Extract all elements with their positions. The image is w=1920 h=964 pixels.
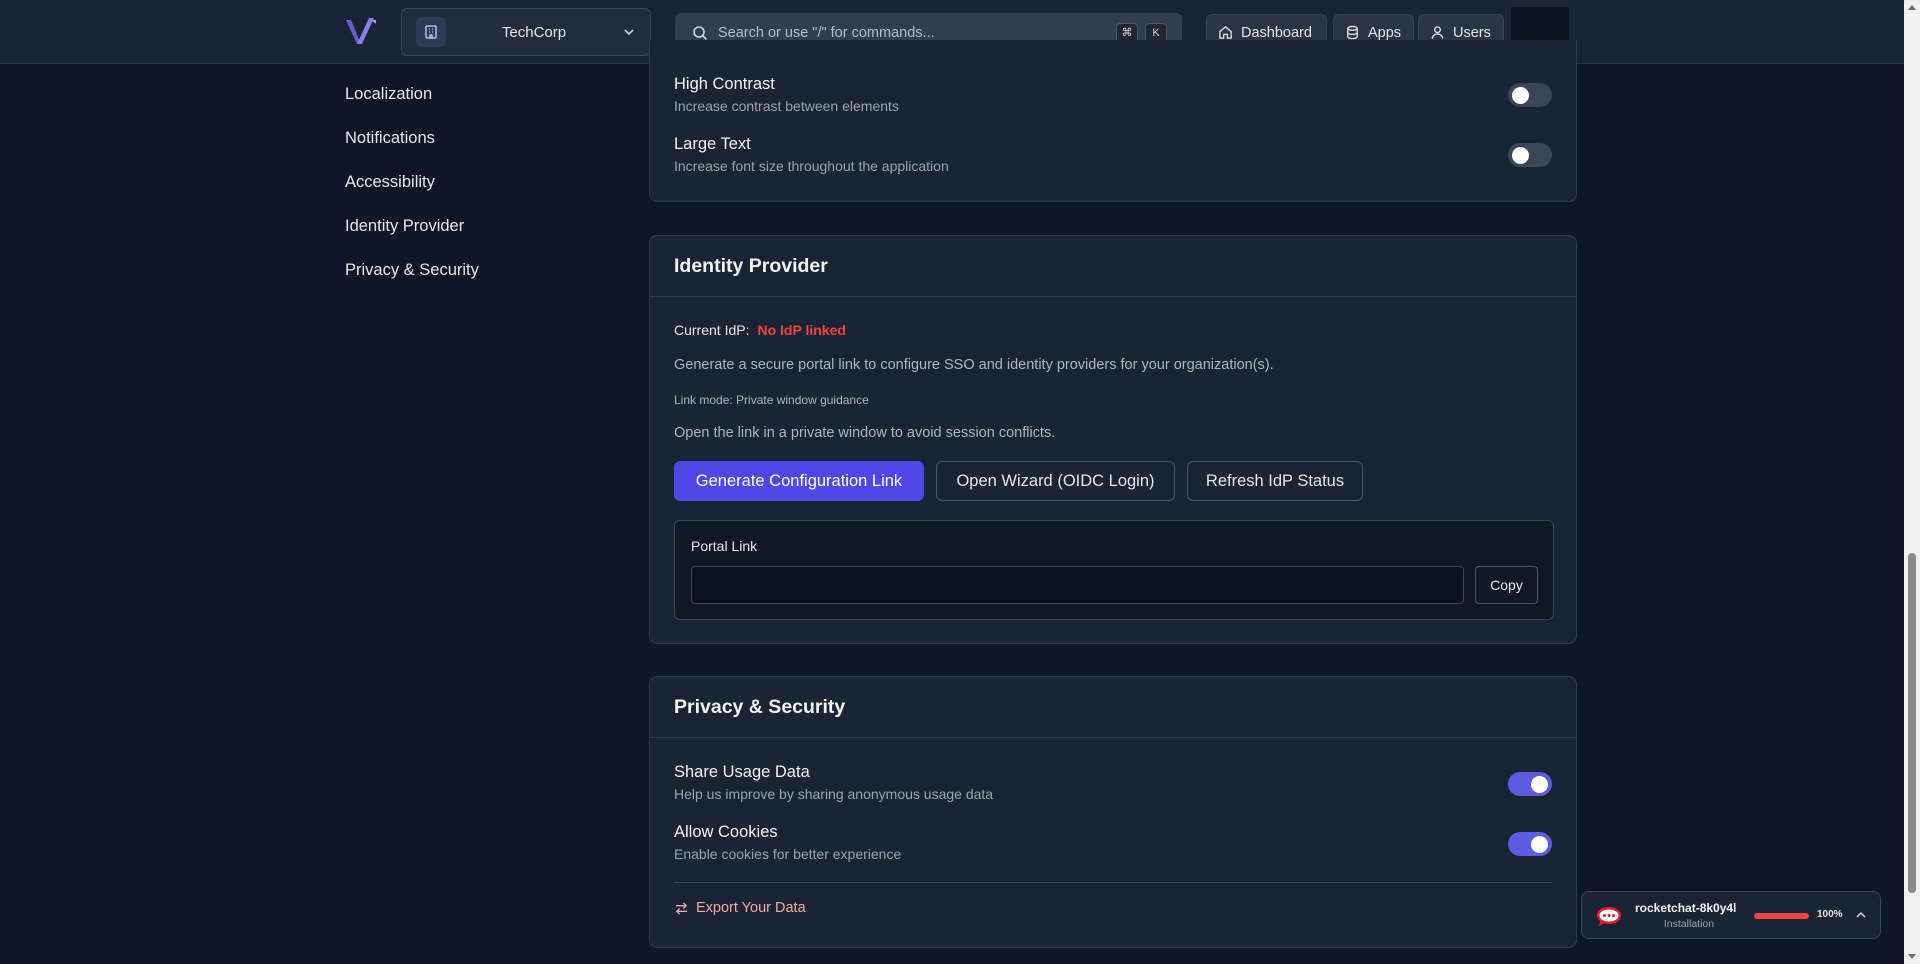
privacy-security-card: Privacy & Security Share Usage Data Help… xyxy=(649,676,1577,948)
sidebar-item-notifications[interactable]: Notifications xyxy=(345,129,435,148)
high-contrast-toggle[interactable] xyxy=(1508,83,1552,107)
organization-selector[interactable]: TechCorp xyxy=(401,8,651,56)
sidebar-item-localization[interactable]: Localization xyxy=(345,85,432,104)
copy-button[interactable]: Copy xyxy=(1475,566,1538,604)
scroll-down-icon[interactable] xyxy=(1908,954,1916,959)
scroll-thumb[interactable] xyxy=(1908,553,1916,893)
current-idp-line: Current IdP: No IdP linked xyxy=(674,322,846,338)
setting-title: High Contrast xyxy=(674,75,775,93)
installation-status-widget[interactable]: rocketchat-8k0y4l Installation 100% xyxy=(1581,891,1881,939)
home-icon xyxy=(1219,26,1232,39)
toggle-knob xyxy=(1512,147,1529,164)
setting-description: Enable cookies for better experience xyxy=(674,846,902,862)
private-window-note: Open the link in a private window to avo… xyxy=(674,425,1056,441)
large-text-setting: Large Text Increase font size throughout… xyxy=(674,135,949,174)
current-idp-label: Current IdP: xyxy=(674,322,750,338)
setting-title: Allow Cookies xyxy=(674,823,778,841)
accessibility-card: High Contrast Increase contrast between … xyxy=(649,40,1577,202)
sidebar-item-accessibility[interactable]: Accessibility xyxy=(345,173,435,192)
toggle-knob xyxy=(1531,776,1548,793)
sidebar-item-privacy-security[interactable]: Privacy & Security xyxy=(345,261,479,280)
setting-description: Increase font size throughout the applic… xyxy=(674,158,949,174)
arrows-exchange-icon xyxy=(675,901,688,915)
organization-name: TechCorp xyxy=(501,23,567,41)
install-status: Installation xyxy=(1663,918,1715,930)
privacy-security-heading: Privacy & Security xyxy=(650,677,1576,738)
progress-percent: 100% xyxy=(1817,909,1843,920)
building-icon xyxy=(416,17,446,47)
portal-link-label: Portal Link xyxy=(691,538,758,554)
export-data-label: Export Your Data xyxy=(696,900,806,916)
high-contrast-setting: High Contrast Increase contrast between … xyxy=(674,75,899,114)
share-usage-setting: Share Usage Data Help us improve by shar… xyxy=(674,763,993,802)
progress-bar xyxy=(1754,913,1809,919)
rocketchat-icon xyxy=(1597,907,1621,926)
chevron-up-icon[interactable] xyxy=(1855,909,1867,921)
large-text-toggle[interactable] xyxy=(1508,143,1552,167)
idp-status-badge: No IdP linked xyxy=(757,322,846,338)
search-placeholder: Search or use "/" for commands... xyxy=(718,24,935,41)
open-wizard-button[interactable]: Open Wizard (OIDC Login) xyxy=(936,461,1175,501)
user-icon xyxy=(1431,26,1444,39)
setting-description: Increase contrast between elements xyxy=(674,98,899,114)
app-logo[interactable] xyxy=(343,14,379,50)
identity-provider-heading: Identity Provider xyxy=(650,236,1576,297)
portal-link-input[interactable] xyxy=(691,566,1464,604)
scroll-up-icon[interactable] xyxy=(1908,5,1916,10)
allow-cookies-setting: Allow Cookies Enable cookies for better … xyxy=(674,823,901,862)
generate-configuration-link-button[interactable]: Generate Configuration Link xyxy=(674,461,924,501)
search-icon xyxy=(693,25,708,40)
link-mode-text: Link mode: Private window guidance xyxy=(674,393,869,407)
identity-provider-card: Identity Provider Current IdP: No IdP lin… xyxy=(649,235,1577,644)
divider xyxy=(674,882,1552,883)
app-name: rocketchat-8k0y4l xyxy=(1635,901,1737,915)
portal-link-panel: Portal Link Copy xyxy=(674,520,1554,620)
setting-description: Help us improve by sharing anonymous usa… xyxy=(674,786,994,802)
sidebar-item-identity-provider[interactable]: Identity Provider xyxy=(345,217,464,236)
apps-label: Apps xyxy=(1368,24,1402,41)
page-scrollbar[interactable] xyxy=(1904,0,1920,964)
share-usage-toggle[interactable] xyxy=(1508,772,1552,796)
chevron-down-icon xyxy=(624,29,634,36)
database-icon xyxy=(1347,25,1358,40)
allow-cookies-toggle[interactable] xyxy=(1508,832,1552,856)
refresh-idp-status-button[interactable]: Refresh IdP Status xyxy=(1187,461,1363,501)
toggle-knob xyxy=(1531,836,1548,853)
setting-title: Large Text xyxy=(674,135,751,153)
toggle-knob xyxy=(1512,87,1529,104)
users-label: Users xyxy=(1453,24,1491,41)
setting-title: Share Usage Data xyxy=(674,763,810,781)
idp-description: Generate a secure portal link to configu… xyxy=(674,357,1274,373)
export-data-link[interactable]: Export Your Data xyxy=(674,900,806,916)
dashboard-label: Dashboard xyxy=(1241,24,1312,41)
